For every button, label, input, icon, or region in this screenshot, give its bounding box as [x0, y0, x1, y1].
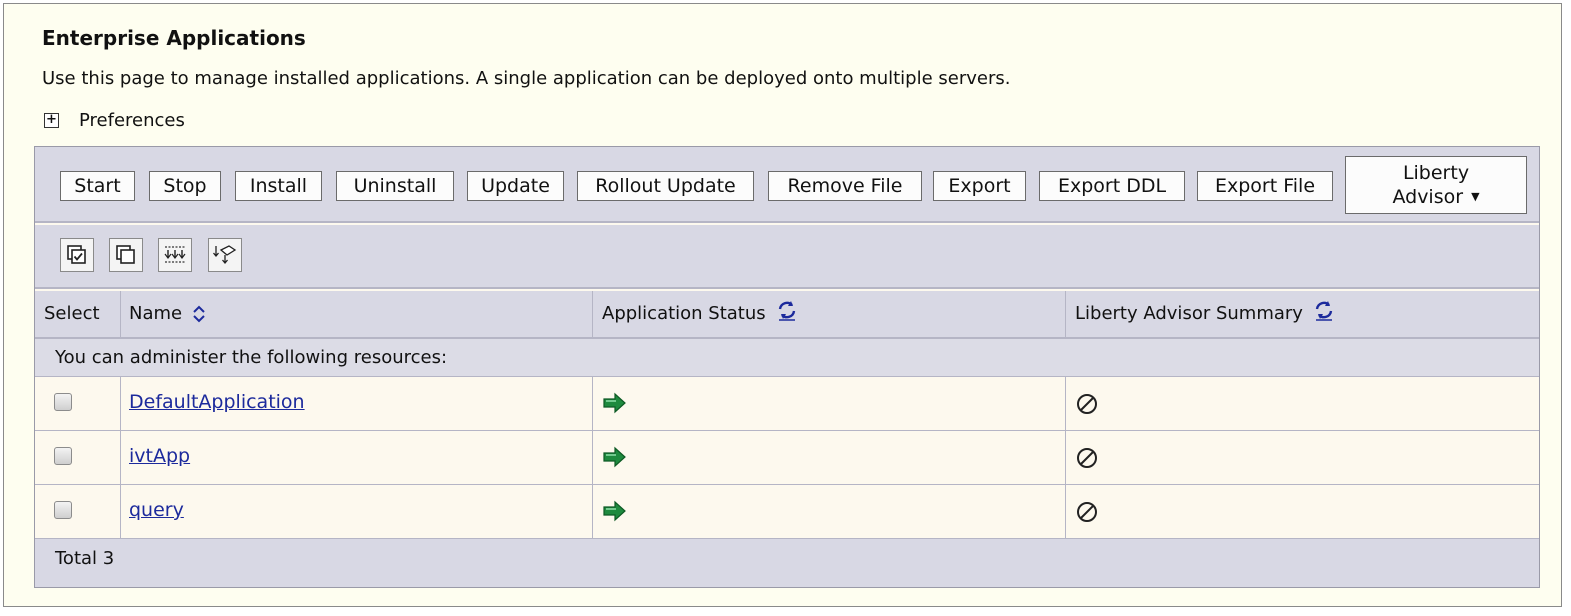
advisor-header-label: Liberty Advisor Summary — [1075, 303, 1303, 324]
table-header-row: Select Name Application Status Liberty A… — [35, 291, 1539, 339]
remove-file-button[interactable]: Remove File — [768, 171, 922, 201]
preferences-label: Preferences — [79, 110, 185, 131]
uninstall-button[interactable]: Uninstall — [336, 171, 454, 201]
application-link[interactable]: query — [129, 499, 184, 521]
liberty-advisor-menu-button[interactable]: Liberty Advisor ▼ — [1345, 156, 1527, 214]
name-header-label: Name — [129, 303, 183, 324]
row-select-checkbox[interactable] — [54, 447, 72, 465]
column-divider — [120, 485, 121, 538]
dropdown-caret-icon: ▼ — [1471, 190, 1480, 203]
not-available-icon — [1077, 394, 1097, 414]
column-divider — [120, 431, 121, 484]
enterprise-applications-frame: Enterprise Applications Use this page to… — [3, 3, 1562, 607]
not-available-icon — [1077, 448, 1097, 468]
preferences-toggle[interactable]: + Preferences — [42, 110, 185, 131]
page-title: Enterprise Applications — [42, 26, 306, 50]
page-description: Use this page to manage installed applic… — [42, 68, 1011, 89]
deselect-all-icon[interactable] — [109, 238, 143, 272]
start-button[interactable]: Start — [60, 171, 135, 201]
column-divider — [1065, 377, 1066, 430]
column-divider — [592, 431, 593, 484]
table-row: ivtApp — [35, 431, 1539, 485]
started-arrow-icon — [603, 500, 626, 522]
not-available-icon — [1077, 502, 1097, 522]
export-button[interactable]: Export — [933, 171, 1026, 201]
column-divider — [592, 377, 593, 430]
started-arrow-icon — [603, 392, 626, 414]
column-divider — [120, 377, 121, 430]
application-link[interactable]: DefaultApplication — [129, 391, 305, 413]
liberty-advisor-label-line2: Advisor — [1392, 186, 1464, 208]
sort-icon[interactable] — [192, 304, 206, 324]
row-select-checkbox[interactable] — [54, 501, 72, 519]
rollout-update-button[interactable]: Rollout Update — [577, 171, 754, 201]
column-divider — [592, 485, 593, 538]
liberty-advisor-line2: Advisor ▼ — [1346, 185, 1526, 209]
status-column-header: Application Status — [602, 291, 798, 337]
liberty-advisor-label-line1: Liberty — [1402, 162, 1470, 184]
table-row: DefaultApplication — [35, 377, 1539, 431]
select-all-icon[interactable] — [60, 238, 94, 272]
action-toolbar: Start Stop Install Uninstall Update Roll… — [35, 147, 1539, 223]
total-row: Total 3 — [35, 539, 1539, 587]
row-select-checkbox[interactable] — [54, 393, 72, 411]
name-column-header[interactable]: Name — [129, 291, 206, 337]
update-button[interactable]: Update — [467, 171, 564, 201]
application-link[interactable]: ivtApp — [129, 445, 190, 467]
resources-group-row: You can administer the following resourc… — [35, 339, 1539, 377]
selection-icon-bar — [35, 225, 1539, 289]
stop-button[interactable]: Stop — [149, 171, 221, 201]
started-arrow-icon — [603, 446, 626, 468]
refresh-icon[interactable] — [1313, 299, 1335, 321]
applications-panel: Start Stop Install Uninstall Update Roll… — [34, 146, 1540, 588]
column-divider — [592, 291, 593, 337]
status-header-label: Application Status — [602, 303, 766, 324]
expand-plus-icon[interactable]: + — [44, 113, 59, 128]
column-divider — [120, 291, 121, 337]
advisor-column-header: Liberty Advisor Summary — [1075, 291, 1335, 337]
export-file-button[interactable]: Export File — [1197, 171, 1333, 201]
install-button[interactable]: Install — [235, 171, 322, 201]
clear-filter-icon[interactable] — [208, 238, 242, 272]
export-ddl-button[interactable]: Export DDL — [1039, 171, 1185, 201]
table-row: query — [35, 485, 1539, 539]
column-divider — [1065, 485, 1066, 538]
show-filter-icon[interactable] — [158, 238, 192, 272]
refresh-icon[interactable] — [776, 299, 798, 321]
column-divider — [1065, 431, 1066, 484]
select-column-header: Select — [44, 303, 100, 324]
column-divider — [1065, 291, 1066, 337]
